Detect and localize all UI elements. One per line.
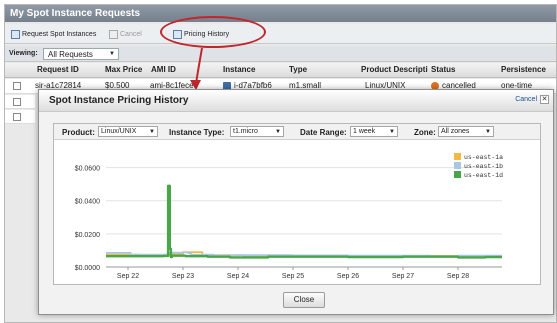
y-tick-label: $0.0000 <box>75 265 100 272</box>
request-spot-instances-button[interactable]: Request Spot Instances <box>11 28 96 41</box>
y-tick-label: $0.0400 <box>75 199 100 206</box>
chart-panel: Product: Linux/UNIX ▼ Instance Type: t1.… <box>53 123 541 285</box>
y-tick-label: $0.0600 <box>75 166 100 173</box>
zone-select-value: All zones <box>441 128 470 135</box>
cancel-request-label: Cancel <box>120 31 142 38</box>
x-tick-label: Sep 23 <box>172 273 194 280</box>
chevron-down-icon: ▼ <box>149 129 155 135</box>
column-header[interactable]: Max Price <box>105 65 142 74</box>
row-checkbox[interactable] <box>13 82 21 90</box>
instance-type-select[interactable]: t1.micro ▼ <box>230 126 284 137</box>
x-tick-label: Sep 28 <box>447 273 469 280</box>
column-header[interactable]: Type <box>289 65 307 74</box>
annotation-arrow <box>190 47 203 90</box>
x-tick-label: Sep 24 <box>227 273 249 280</box>
request-spot-instances-label: Request Spot Instances <box>22 31 97 38</box>
viewing-select-value: All Requests <box>48 50 93 59</box>
dialog-cancel-link[interactable]: Cancel <box>515 96 537 103</box>
product-label: Product: <box>62 128 95 137</box>
cancel-icon <box>109 30 118 39</box>
column-header[interactable]: Product Descripti <box>361 65 428 74</box>
price-history-chart: $0.0000 $0.0200 $0.0400 $0.0600 Sep 22 Sep 23… <box>75 153 503 280</box>
dialog-title: Spot Instance Pricing History <box>49 95 189 106</box>
cancel-request-button[interactable]: Cancel <box>109 28 142 41</box>
date-range-label: Date Range: <box>300 128 347 137</box>
legend-label: us-east-1a <box>464 154 503 161</box>
product-select[interactable]: Linux/UNIX ▼ <box>98 126 158 137</box>
dialog-header: Spot Instance Pricing History Cancel ✕ <box>39 90 553 112</box>
legend-label: us-east-1b <box>464 163 503 170</box>
column-header[interactable]: Request ID <box>37 65 79 74</box>
column-header[interactable]: Status <box>431 65 455 74</box>
viewing-label: Viewing: <box>9 50 38 57</box>
x-tick-label: Sep 27 <box>392 273 414 280</box>
series-line-us-east-1d <box>106 184 502 259</box>
y-tick-label: $0.0200 <box>75 232 100 239</box>
legend-swatch <box>454 153 461 160</box>
chevron-down-icon: ▼ <box>275 129 281 135</box>
close-button[interactable]: Close <box>283 292 325 308</box>
zone-label: Zone: <box>414 128 436 137</box>
row-checkbox[interactable] <box>13 113 21 121</box>
instance-type-label: Instance Type: <box>169 128 225 137</box>
zone-select[interactable]: All zones ▼ <box>438 126 494 137</box>
table-row[interactable] <box>5 110 35 124</box>
row-checkbox[interactable] <box>13 98 21 106</box>
column-header[interactable]: Instance <box>223 65 255 74</box>
annotation-ellipse <box>160 16 266 48</box>
chart-filters: Product: Linux/UNIX ▼ Instance Type: t1.… <box>54 124 540 140</box>
date-range-select[interactable]: 1 week ▼ <box>350 126 398 137</box>
console-toolbar: Request Spot Instances Cancel Pricing Hi… <box>5 24 556 44</box>
close-icon[interactable]: ✕ <box>540 95 549 104</box>
viewing-filter-bar: Viewing: All Requests ▼ <box>5 46 556 62</box>
chevron-down-icon: ▼ <box>389 129 395 135</box>
product-select-value: Linux/UNIX <box>101 128 137 135</box>
table-row[interactable] <box>5 95 35 109</box>
console-title: My Spot Instance Requests <box>5 5 556 22</box>
legend-swatch <box>454 162 461 169</box>
column-header[interactable]: AMI ID <box>151 65 176 74</box>
pricing-history-dialog: Spot Instance Pricing History Cancel ✕ P… <box>38 89 554 315</box>
instance-type-select-value: t1.micro <box>233 128 258 135</box>
chevron-down-icon: ▼ <box>485 129 491 135</box>
x-tick-label: Sep 22 <box>117 273 139 280</box>
date-range-select-value: 1 week <box>353 128 376 135</box>
x-tick-label: Sep 25 <box>282 273 304 280</box>
chevron-down-icon: ▼ <box>109 51 115 57</box>
table-header: Request ID Max Price AMI ID Instance Typ… <box>5 63 556 78</box>
x-tick-label: Sep 26 <box>337 273 359 280</box>
column-header[interactable]: Persistence <box>501 65 546 74</box>
request-icon <box>11 30 20 39</box>
legend-label: us-east-1d <box>464 172 503 179</box>
legend-swatch <box>454 171 461 178</box>
viewing-select[interactable]: All Requests ▼ <box>43 48 119 60</box>
